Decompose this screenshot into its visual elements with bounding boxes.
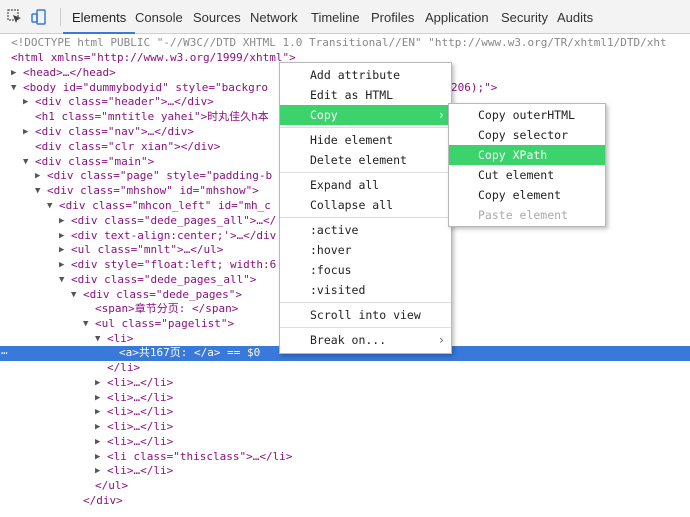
dom-line-li[interactable]: ▶ <li>…</li> (0, 435, 690, 450)
expand-triangle-icon[interactable]: ▶ (59, 214, 68, 229)
menu-item-delete-element[interactable]: Delete element (280, 150, 451, 170)
menu-item-active[interactable]: :active (280, 220, 451, 240)
submenu-arrow-icon: › (437, 108, 445, 122)
menu-item-add-attribute[interactable]: Add attribute (280, 65, 451, 85)
menu-separator (280, 302, 451, 303)
menu-item-copy-label: Copy (310, 108, 338, 122)
collapse-triangle-icon[interactable]: ▼ (71, 288, 80, 303)
collapse-triangle-icon[interactable]: ▼ (95, 332, 104, 347)
dom-line-li[interactable]: ▶ <li>…</li> (0, 464, 690, 479)
expand-triangle-icon[interactable]: ▶ (35, 169, 44, 184)
dom-line-div-close[interactable]: </div> (0, 494, 690, 509)
dom-line-doctype[interactable]: <!DOCTYPE html PUBLIC "-//W3C//DTD XHTML… (0, 36, 690, 51)
expand-triangle-icon[interactable]: ▶ (95, 464, 104, 479)
menu-item-cut-element[interactable]: Cut element (449, 165, 605, 185)
expand-triangle-icon[interactable]: ▶ (95, 391, 104, 406)
toolbar-separator (60, 8, 61, 26)
menu-item-edit-as-html[interactable]: Edit as HTML (280, 85, 451, 105)
menu-item-focus[interactable]: :focus (280, 260, 451, 280)
tab-network[interactable]: Network (241, 0, 307, 34)
cursor-inspect-icon[interactable] (7, 9, 23, 25)
menu-item-copy-outerhtml[interactable]: Copy outerHTML (449, 105, 605, 125)
menu-item-copy-xpath[interactable]: Copy XPath (449, 145, 605, 165)
collapse-triangle-icon[interactable]: ▼ (23, 155, 32, 170)
menu-item-hide-element[interactable]: Hide element (280, 130, 451, 150)
menu-item-break-on-label: Break on... (310, 333, 387, 347)
menu-separator (280, 327, 451, 328)
menu-item-scroll-into-view[interactable]: Scroll into view (280, 305, 451, 325)
tab-console[interactable]: Console (126, 0, 192, 34)
tab-sources[interactable]: Sources (184, 0, 250, 34)
tab-elements[interactable]: Elements (63, 0, 136, 34)
expand-triangle-icon[interactable]: ▶ (59, 258, 68, 273)
dom-line-ul-close[interactable]: </ul> (0, 479, 690, 494)
submenu-arrow-icon: › (437, 333, 445, 347)
expand-triangle-icon[interactable]: ▶ (11, 66, 20, 81)
expand-triangle-icon[interactable]: ▶ (95, 376, 104, 391)
dom-line-li[interactable]: ▶ <li>…</li> (0, 405, 690, 420)
tab-application[interactable]: Application (416, 0, 498, 34)
dom-line-li[interactable]: ▶ <li>…</li> (0, 420, 690, 435)
dom-line-li[interactable]: ▶ <li>…</li> (0, 376, 690, 391)
devtools-toolbar: Elements Console Sources Network Timelin… (0, 0, 690, 34)
context-menu: Add attribute Edit as HTML Copy › Hide e… (279, 62, 452, 354)
expand-triangle-icon[interactable]: ▶ (23, 95, 32, 110)
menu-item-expand-all[interactable]: Expand all (280, 175, 451, 195)
collapse-triangle-icon[interactable]: ▼ (47, 199, 56, 214)
expand-triangle-icon[interactable]: ▶ (23, 125, 32, 140)
menu-item-copy-element[interactable]: Copy element (449, 185, 605, 205)
menu-item-copy-selector[interactable]: Copy selector (449, 125, 605, 145)
menu-item-collapse-all[interactable]: Collapse all (280, 195, 451, 215)
tab-profiles[interactable]: Profiles (362, 0, 423, 34)
menu-separator (280, 217, 451, 218)
dom-line-li-thisclass[interactable]: ▶ <li class="thisclass">…</li> (0, 450, 690, 465)
collapse-triangle-icon[interactable]: ▼ (59, 273, 68, 288)
expand-triangle-icon[interactable]: ▶ (95, 450, 104, 465)
menu-item-hover[interactable]: :hover (280, 240, 451, 260)
collapse-triangle-icon[interactable]: ▼ (35, 184, 44, 199)
expand-triangle-icon[interactable]: ▶ (95, 405, 104, 420)
device-mode-icon[interactable] (31, 9, 47, 25)
menu-item-copy[interactable]: Copy › (280, 105, 451, 125)
menu-separator (280, 172, 451, 173)
collapse-triangle-icon[interactable]: ▼ (11, 81, 20, 96)
menu-item-break-on[interactable]: Break on... › (280, 330, 451, 350)
dom-line-li-close[interactable]: </li> (0, 361, 690, 376)
menu-separator (280, 127, 451, 128)
expand-triangle-icon[interactable]: ▶ (59, 243, 68, 258)
expand-triangle-icon[interactable]: ▶ (95, 420, 104, 435)
tab-audits[interactable]: Audits (548, 0, 602, 34)
menu-item-paste-element: Paste element (478, 208, 569, 222)
tab-timeline[interactable]: Timeline (302, 0, 369, 34)
collapse-triangle-icon[interactable]: ▼ (83, 317, 92, 332)
menu-item-visited[interactable]: :visited (280, 280, 451, 300)
expand-triangle-icon[interactable]: ▶ (95, 435, 104, 450)
copy-submenu: Copy outerHTML Copy selector Copy XPath … (448, 103, 606, 227)
dom-line-li[interactable]: ▶ <li>…</li> (0, 391, 690, 406)
expand-triangle-icon[interactable]: ▶ (59, 229, 68, 244)
